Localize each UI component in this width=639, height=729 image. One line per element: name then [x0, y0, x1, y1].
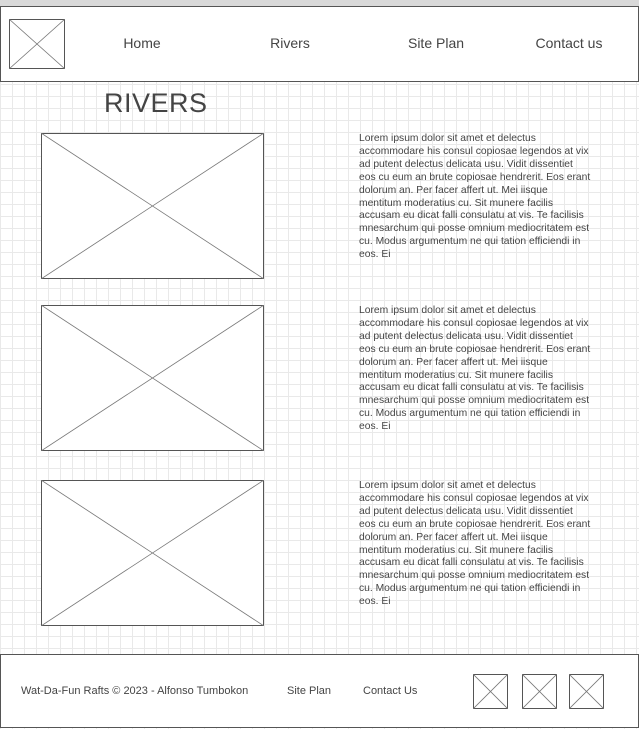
footer-site-plan-link[interactable]: Site Plan — [287, 685, 331, 697]
nav-rivers[interactable]: Rivers — [270, 35, 310, 51]
nav-contact-us[interactable]: Contact us — [536, 35, 603, 51]
river-image-placeholder-icon — [41, 305, 264, 451]
river-description: Lorem ipsum dolor sit amet et delectus a… — [359, 480, 591, 608]
site-header: Home Rivers Site Plan Contact us — [0, 6, 639, 82]
river-description: Lorem ipsum dolor sit amet et delectus a… — [359, 133, 591, 261]
logo-placeholder-icon[interactable] — [9, 19, 65, 69]
river-image-placeholder-icon — [41, 133, 264, 279]
nav-home[interactable]: Home — [123, 35, 160, 51]
river-image-placeholder-icon — [41, 480, 264, 626]
site-footer: Wat-Da-Fun Rafts © 2023 - Alfonso Tumbok… — [0, 654, 639, 728]
footer-copyright: Wat-Da-Fun Rafts © 2023 - Alfonso Tumbok… — [21, 685, 249, 697]
page-title: RIVERS — [104, 88, 208, 118]
social-placeholder-icon[interactable] — [473, 674, 508, 709]
footer-contact-link[interactable]: Contact Us — [363, 685, 417, 697]
nav-site-plan[interactable]: Site Plan — [408, 35, 464, 51]
social-placeholder-icon[interactable] — [569, 674, 604, 709]
river-description: Lorem ipsum dolor sit amet et delectus a… — [359, 305, 591, 433]
social-placeholder-icon[interactable] — [522, 674, 557, 709]
